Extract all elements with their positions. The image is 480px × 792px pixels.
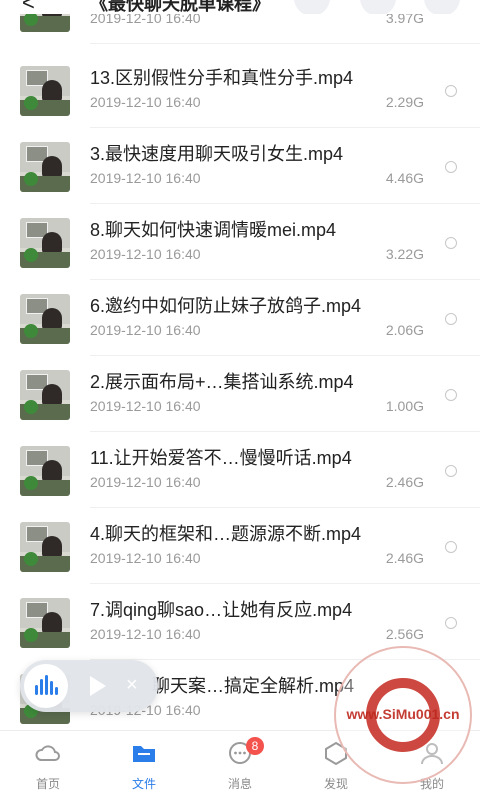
file-name: 3.最快速度用聊天吸引女生.mp4 (90, 144, 344, 164)
list-item[interactable]: 3.最快速度用聊天吸引女生.mp4 2019-12-10 16:40 4.46G (0, 128, 480, 204)
unread-badge: 8 (246, 737, 264, 755)
file-name: 4.聊天的框架和…题源源不断.mp4 (90, 524, 362, 544)
video-thumbnail (20, 370, 70, 420)
file-size: 2.56G (385, 626, 424, 642)
tab-label: 文件 (131, 777, 156, 791)
file-date: 2019-12-10 16:40 (90, 170, 201, 186)
video-thumbnail (20, 598, 70, 648)
add-button[interactable] (294, 0, 330, 14)
audio-wave-icon[interactable] (24, 664, 68, 708)
list-item[interactable]: 8.聊天如何快速调情暖mei.mp4 2019-12-10 16:40 3.22… (0, 204, 480, 280)
divider (90, 43, 480, 44)
select-radio[interactable] (445, 237, 457, 249)
file-size: 2.46G (385, 550, 424, 566)
select-radio[interactable] (445, 389, 457, 401)
back-button[interactable]: < (22, 0, 35, 14)
tab-files[interactable]: 文件 (96, 731, 192, 792)
floating-audio-player[interactable]: × (20, 660, 158, 712)
file-date: 2019-12-10 16:40 (90, 474, 201, 490)
transfer-button[interactable] (360, 0, 396, 14)
tab-label: 发现 (323, 777, 348, 791)
select-radio[interactable] (445, 617, 457, 629)
watermark-seal: www.SiMu001.cn (334, 646, 472, 784)
file-name: 聊天案…搞定全解析.mp4 (152, 676, 355, 696)
file-name: 8.聊天如何快速调情暖mei.mp4 (90, 220, 337, 240)
list-item[interactable]: 11.让开始爱答不…慢慢听话.mp4 2019-12-10 16:40 2.46… (0, 432, 480, 508)
file-size: 2.06G (385, 322, 424, 338)
tab-home[interactable]: 首页 (0, 731, 96, 792)
select-radio[interactable] (445, 465, 457, 477)
file-date: 2019-12-10 16:40 (90, 322, 201, 338)
file-size: 2.46G (385, 474, 424, 490)
video-thumbnail (20, 218, 70, 268)
top-nav-bar: < 《最快聊天脱单课程》 (0, 0, 480, 14)
file-date: 2019-12-10 16:40 (90, 246, 201, 262)
close-icon[interactable]: × (126, 673, 138, 697)
file-size: 2.29G (385, 94, 424, 110)
file-date: 2019-12-10 16:40 (90, 626, 201, 642)
page-title: 《最快聊天脱单课程》 (90, 0, 270, 14)
tab-label: 消息 (227, 777, 252, 791)
video-thumbnail (20, 66, 70, 116)
file-date: 2019-12-10 16:40 (90, 94, 201, 110)
cloud-icon (35, 745, 60, 761)
file-name: 6.邀约中如何防止妹子放鸽子.mp4 (90, 296, 362, 316)
folder-icon (133, 746, 155, 762)
file-name: 13.区别假性分手和真性分手.mp4 (90, 68, 354, 88)
list-item[interactable]: 2.展示面布局+…集搭讪系统.mp4 2019-12-10 16:40 1.00… (0, 356, 480, 432)
video-thumbnail (20, 294, 70, 344)
file-name: 7.调qing聊sao…让她有反应.mp4 (90, 600, 353, 620)
select-radio[interactable] (445, 161, 457, 173)
watermark-text: www.SiMu001.cn (346, 706, 460, 722)
play-icon[interactable] (90, 676, 106, 696)
file-date: 2019-12-10 16:40 (90, 550, 201, 566)
file-name: 11.让开始爱答不…慢慢听话.mp4 (90, 448, 352, 468)
video-thumbnail (20, 446, 70, 496)
file-name: 2.展示面布局+…集搭讪系统.mp4 (90, 372, 354, 392)
video-thumbnail (20, 522, 70, 572)
file-size: 3.22G (385, 246, 424, 262)
tab-messages[interactable]: 8 消息 (192, 731, 288, 792)
list-item[interactable]: 4.聊天的框架和…题源源不断.mp4 2019-12-10 16:40 2.46… (0, 508, 480, 584)
tab-label: 首页 (35, 777, 60, 791)
file-date: 2019-12-10 16:40 (90, 398, 201, 414)
list-item[interactable]: 6.邀约中如何防止妹子放鸽子.mp4 2019-12-10 16:40 2.06… (0, 280, 480, 356)
video-thumbnail (20, 142, 70, 192)
select-radio[interactable] (445, 313, 457, 325)
more-button[interactable] (424, 0, 460, 14)
select-radio[interactable] (445, 85, 457, 97)
list-item[interactable]: 13.区别假性分手和真性分手.mp4 2019-12-10 16:40 2.29… (0, 52, 480, 128)
file-size: 4.46G (385, 170, 424, 186)
select-radio[interactable] (445, 541, 457, 553)
file-size: 1.00G (385, 398, 424, 414)
